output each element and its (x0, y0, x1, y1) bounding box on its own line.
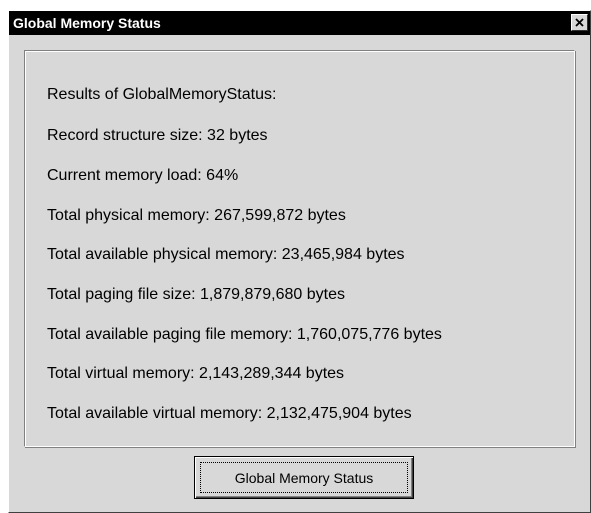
close-icon (575, 18, 584, 27)
window-title: Global Memory Status (13, 15, 161, 31)
global-memory-status-button[interactable]: Global Memory Status (194, 456, 414, 499)
results-header: Results of GlobalMemoryStatus: (47, 86, 277, 103)
button-label: Global Memory Status (234, 469, 374, 486)
available-virtual-memory: Total available virtual memory: 2,132,47… (47, 405, 412, 422)
close-button[interactable] (571, 14, 588, 31)
results-panel: Results of GlobalMemoryStatus: Record st… (24, 50, 575, 447)
current-memory-load: Current memory load: 64% (47, 167, 239, 184)
available-physical-memory: Total available physical memory: 23,465,… (47, 246, 405, 263)
title-bar[interactable]: Global Memory Status (9, 11, 590, 35)
total-physical-memory: Total physical memory: 267,599,872 bytes (47, 207, 346, 224)
record-structure-size: Record structure size: 32 bytes (47, 127, 268, 144)
dialog-window: Global Memory Status Results of GlobalMe… (8, 10, 591, 513)
total-virtual-memory: Total virtual memory: 2,143,289,344 byte… (47, 365, 345, 382)
available-paging-file-memory: Total available paging file memory: 1,76… (47, 326, 442, 343)
total-paging-file-size: Total paging file size: 1,879,879,680 by… (47, 286, 345, 303)
